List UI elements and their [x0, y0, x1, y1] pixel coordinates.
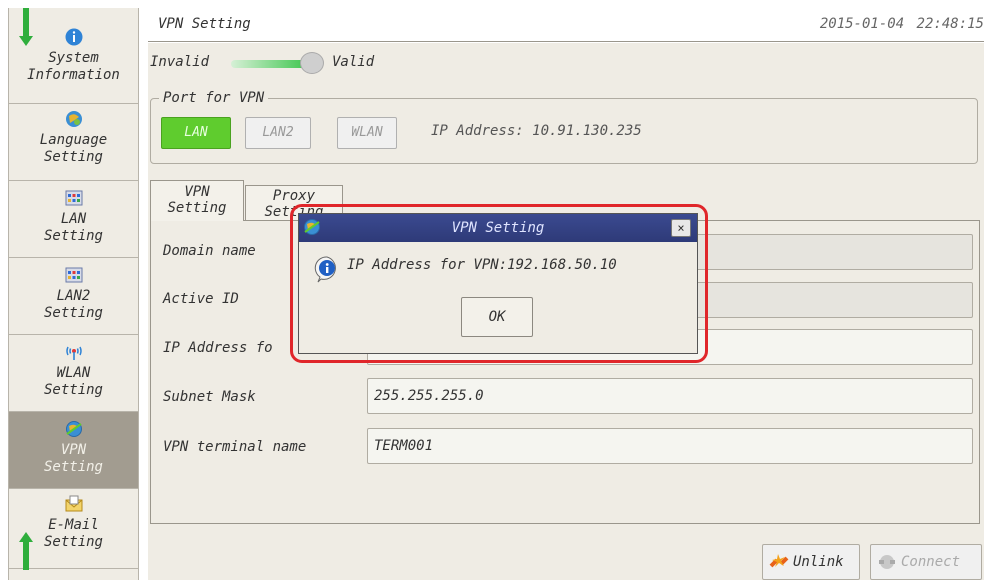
ip-address-text: IP Address: 10.91.130.235: [431, 123, 642, 139]
ip-address-for-vpn-label: IP Address fo: [163, 340, 273, 356]
subnet-mask-label: Subnet Mask: [163, 389, 256, 405]
tab-vpn-setting[interactable]: VPN Setting: [150, 180, 244, 221]
lan-icon: [65, 190, 82, 206]
sidebar: System Information Language Setting LAN …: [8, 8, 139, 580]
dialog-titlebar[interactable]: VPN Setting ×: [299, 214, 697, 242]
sidebar-item-lan-setting[interactable]: LAN Setting: [9, 181, 138, 258]
unlink-icon: [769, 554, 789, 568]
unlink-button[interactable]: Unlink: [762, 544, 860, 580]
connect-button[interactable]: Connect: [870, 544, 982, 580]
tab-label: VPN Setting: [167, 184, 227, 216]
sidebar-item-vpn-setting[interactable]: VPN Setting: [9, 412, 138, 489]
toggle-off-label: Invalid: [150, 54, 210, 70]
connect-label: Connect: [901, 554, 961, 570]
language-icon: [65, 111, 82, 127]
scroll-up-arrow-icon[interactable]: [19, 530, 33, 570]
sidebar-item-label: System Information: [27, 50, 120, 83]
wifi-icon: [65, 346, 82, 360]
vpn-terminal-name-field[interactable]: TERM001: [367, 428, 973, 464]
unlink-label: Unlink: [793, 554, 844, 570]
port-group-legend: Port for VPN: [159, 90, 269, 106]
connect-icon: [879, 555, 895, 569]
active-id-label: Active ID: [163, 291, 239, 307]
lan-icon: [65, 267, 82, 283]
toggle-track[interactable]: [231, 60, 311, 68]
sidebar-item-wlan-setting[interactable]: WLAN Setting: [9, 335, 138, 412]
sidebar-item-label: Language Setting: [39, 132, 108, 165]
dialog-title: VPN Setting: [451, 220, 545, 236]
dialog-message: IP Address for VPN:192.168.50.10: [347, 257, 617, 273]
sidebar-item-lan2-setting[interactable]: LAN2 Setting: [9, 258, 138, 335]
sidebar-item-language-setting[interactable]: Language Setting: [9, 104, 138, 181]
dialog-close-button[interactable]: ×: [671, 219, 691, 237]
vpn-icon: [304, 219, 320, 235]
port-lan-button[interactable]: LAN: [161, 117, 231, 149]
sidebar-item-system-information[interactable]: System Information: [9, 8, 138, 104]
vpn-icon: [65, 421, 82, 437]
info-icon: [65, 28, 82, 46]
header-bar: VPN Setting 2015-01-04 22:48:15: [148, 8, 984, 42]
mail-icon: [65, 495, 82, 512]
sidebar-item-label: VPN Setting: [43, 442, 103, 475]
port-for-vpn-group: Port for VPN LAN LAN2 WLAN IP Address: 1…: [150, 90, 978, 164]
toggle-on-label: Valid: [332, 54, 375, 70]
sidebar-item-label: WLAN Setting: [43, 365, 103, 398]
domain-name-label: Domain name: [163, 243, 256, 259]
vpn-terminal-name-label: VPN terminal name: [163, 439, 307, 455]
vpn-info-dialog: VPN Setting × IP Address for VPN:192.168…: [298, 213, 698, 354]
datetime-display: 2015-01-04 22:48:15: [819, 16, 984, 32]
port-lan2-button[interactable]: LAN2: [245, 117, 311, 149]
page-title: VPN Setting: [158, 16, 251, 32]
sidebar-item-label: LAN Setting: [43, 211, 103, 244]
subnet-mask-field[interactable]: 255.255.255.0: [367, 378, 973, 414]
ok-button[interactable]: OK: [461, 297, 533, 337]
port-wlan-button[interactable]: WLAN: [337, 117, 397, 149]
sidebar-item-label: LAN2 Setting: [43, 288, 103, 321]
info-icon: [314, 256, 336, 283]
toggle-knob[interactable]: [300, 52, 324, 74]
